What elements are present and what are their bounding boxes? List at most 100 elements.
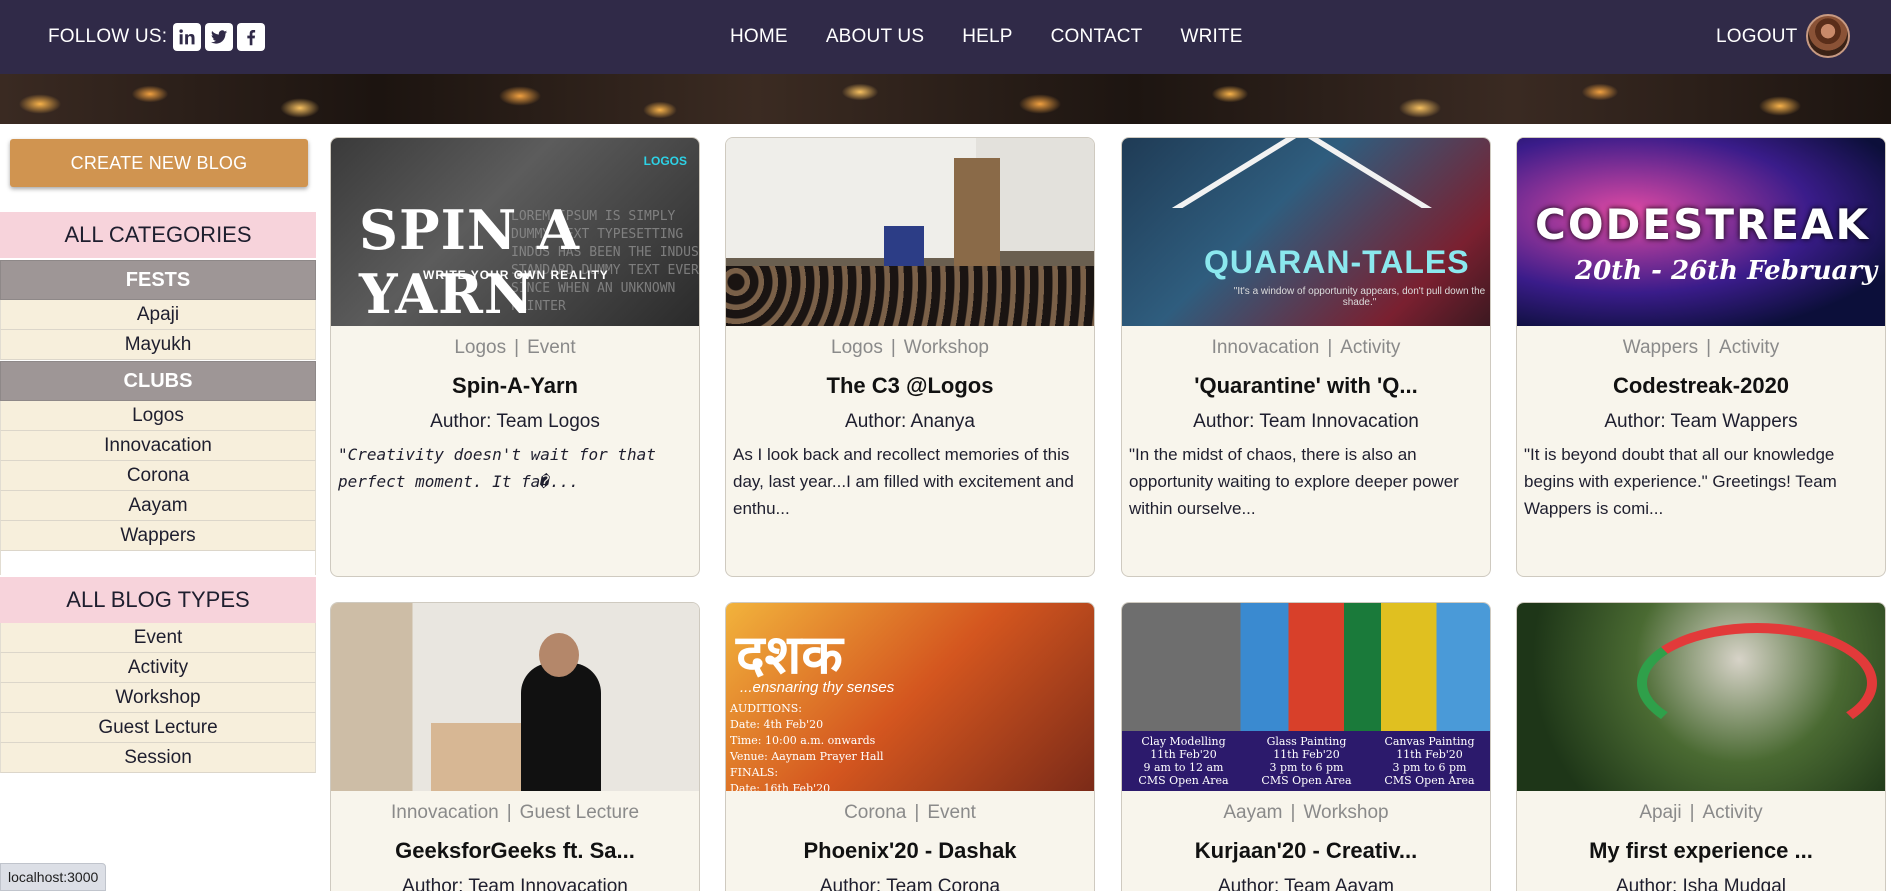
blog-card-excerpt: "In the midst of chaos, there is also an… bbox=[1129, 445, 1459, 518]
follow-us-label: FOLLOW US: bbox=[48, 26, 168, 47]
image-subtitle-text: "It's a window of opportunity appears, d… bbox=[1233, 286, 1486, 308]
blog-card-title[interactable]: The C3 @Logos bbox=[726, 373, 1094, 399]
blog-card-author: Author: Team Logos bbox=[430, 411, 600, 432]
blog-card-meta: Logos | Workshop bbox=[831, 337, 989, 358]
follow-us: FOLLOW US: bbox=[48, 0, 266, 74]
linkedin-icon[interactable] bbox=[173, 23, 202, 51]
sidebar-item-innovacation[interactable]: Innovacation bbox=[0, 431, 316, 461]
sidebar-item-apaji[interactable]: Apaji bbox=[0, 300, 316, 330]
create-new-blog-button[interactable]: CREATE NEW BLOG bbox=[10, 139, 308, 187]
main-nav: HOME ABOUT US HELP CONTACT WRITE bbox=[730, 0, 1281, 74]
blog-card-club[interactable]: Innovacation bbox=[1212, 337, 1320, 358]
image-info-text: AUDITIONS: Date: 4th Feb'20 Time: 10:00 … bbox=[730, 702, 884, 791]
blog-card-type[interactable]: Activity bbox=[1703, 802, 1763, 823]
sidebar-item-guest-lecture[interactable]: Guest Lecture bbox=[0, 713, 316, 743]
twitter-icon[interactable] bbox=[205, 23, 234, 51]
sidebar-item-workshop[interactable]: Workshop bbox=[0, 683, 316, 713]
header-banner-image bbox=[0, 74, 1891, 124]
sidebar-spacer bbox=[0, 551, 316, 575]
blog-card-title[interactable]: GeeksforGeeks ft. Sa... bbox=[331, 838, 699, 864]
blog-card-author: Author: Ananya bbox=[845, 411, 975, 432]
blog-card[interactable]: Logos | Workshop The C3 @Logos Author: Ana… bbox=[725, 137, 1095, 577]
blog-card-author: Author: Team Corona bbox=[819, 876, 1001, 891]
blog-card-image bbox=[726, 138, 1094, 326]
blog-card-image bbox=[331, 603, 699, 791]
sidebar-item-corona[interactable]: Corona bbox=[0, 461, 316, 491]
blog-card-title[interactable]: Phoenix'20 - Dashak bbox=[726, 838, 1094, 864]
blog-card-meta: Aayam | Workshop bbox=[1223, 802, 1389, 823]
fests-heading: FESTS bbox=[0, 260, 316, 300]
blog-card-club[interactable]: Logos bbox=[831, 337, 883, 358]
sidebar-item-session[interactable]: Session bbox=[0, 743, 316, 773]
blog-card-type[interactable]: Activity bbox=[1340, 337, 1400, 358]
facebook-icon[interactable] bbox=[237, 23, 266, 51]
blog-card[interactable]: दशक ...ensnaring thy senses AUDITIONS: D… bbox=[725, 602, 1095, 891]
blog-card-meta: Logos | Event bbox=[454, 337, 576, 358]
image-subtitle-text: ...ensnaring thy senses bbox=[740, 679, 895, 696]
blog-card-image: CODESTREAK 20th - 26th February bbox=[1517, 138, 1885, 326]
blog-card[interactable]: LOREM IPSUM IS SIMPLY DUMMY TEXT TYPESET… bbox=[330, 137, 700, 577]
blog-card-image: Clay Modelling 11th Feb'20 9 am to 12 am… bbox=[1122, 603, 1490, 791]
blog-card-author: Author: Isha Mudgal bbox=[1615, 876, 1787, 891]
nav-contact[interactable]: CONTACT bbox=[1051, 26, 1143, 48]
image-title-text: SPIN A YARN bbox=[359, 198, 580, 326]
blog-card-meta: Corona | Event bbox=[844, 802, 976, 823]
blog-card-author: Author: Team Innovacation bbox=[402, 876, 628, 891]
blog-card-club[interactable]: Aayam bbox=[1223, 802, 1282, 823]
image-title-text: QUARAN-TALES bbox=[1204, 244, 1470, 280]
nav-about-us[interactable]: ABOUT US bbox=[826, 26, 924, 48]
sidebar-item-wappers[interactable]: Wappers bbox=[0, 521, 316, 551]
blog-card-type[interactable]: Event bbox=[927, 802, 976, 823]
blog-card-excerpt: "Creativity doesn't wait for that perfec… bbox=[338, 445, 656, 491]
image-subtitle-text: WRITE YOUR OWN REALITY bbox=[423, 268, 609, 282]
blog-card[interactable]: QUARAN-TALES "It's a window of opportuni… bbox=[1121, 137, 1491, 577]
blog-card-meta: Apaji | Activity bbox=[1639, 802, 1763, 823]
blog-card-excerpt: "It is beyond doubt that all our knowled… bbox=[1524, 445, 1837, 518]
blog-card-image: LOREM IPSUM IS SIMPLY DUMMY TEXT TYPESET… bbox=[331, 138, 699, 326]
blog-card[interactable]: Innovacation | Guest Lecture GeeksforGeeks… bbox=[330, 602, 700, 891]
blog-card-club[interactable]: Corona bbox=[844, 802, 906, 823]
image-col-text: Canvas Painting 11th Feb'20 3 pm to 6 pm… bbox=[1384, 735, 1475, 787]
image-title-text: दशक bbox=[736, 623, 843, 686]
blog-card-title[interactable]: My first experience ... bbox=[1517, 838, 1885, 864]
logout-link[interactable]: LOGOUT bbox=[1716, 0, 1797, 74]
image-col-text: Clay Modelling 11th Feb'20 9 am to 12 am… bbox=[1138, 735, 1229, 787]
blog-card-type[interactable]: Guest Lecture bbox=[520, 802, 639, 823]
blog-card-meta: Innovacation | Guest Lecture bbox=[390, 802, 640, 823]
nav-write[interactable]: WRITE bbox=[1180, 26, 1242, 48]
blog-card-title[interactable]: Kurjaan'20 - Creativ... bbox=[1122, 838, 1490, 864]
sidebar-item-logos[interactable]: Logos bbox=[0, 401, 316, 431]
clubs-heading: CLUBS bbox=[0, 361, 316, 401]
blog-card[interactable]: CODESTREAK 20th - 26th February Wappers |… bbox=[1516, 137, 1886, 577]
blog-card-title[interactable]: 'Quarantine' with 'Q... bbox=[1122, 373, 1490, 399]
nav-help[interactable]: HELP bbox=[962, 26, 1012, 48]
nav-home[interactable]: HOME bbox=[730, 26, 788, 48]
blog-card-meta: Wappers | Activity bbox=[1622, 337, 1780, 358]
blog-card[interactable]: Apaji | Activity My first experience ... A… bbox=[1516, 602, 1886, 891]
blog-card-club[interactable]: Apaji bbox=[1639, 802, 1681, 823]
sidebar-item-activity[interactable]: Activity bbox=[0, 653, 316, 683]
blog-card-type[interactable]: Workshop bbox=[904, 337, 989, 358]
image-logo-text: LOGOS bbox=[643, 154, 687, 168]
all-categories-heading: ALL CATEGORIES bbox=[0, 212, 316, 258]
sidebar-item-aayam[interactable]: Aayam bbox=[0, 491, 316, 521]
blog-card-title[interactable]: Spin-A-Yarn bbox=[331, 373, 699, 399]
blog-card[interactable]: Clay Modelling 11th Feb'20 9 am to 12 am… bbox=[1121, 602, 1491, 891]
image-title-text: CODESTREAK bbox=[1535, 200, 1871, 249]
blog-card-club[interactable]: Wappers bbox=[1623, 337, 1698, 358]
blog-card-image bbox=[1517, 603, 1885, 791]
avatar[interactable] bbox=[1806, 14, 1850, 58]
blog-card-club[interactable]: Logos bbox=[454, 337, 506, 358]
navbar: FOLLOW US: HOME ABOUT US HELP CONTACT WR… bbox=[0, 0, 1891, 74]
blog-card-author: Author: Team Innovacation bbox=[1193, 411, 1419, 432]
sidebar-item-mayukh[interactable]: Mayukh bbox=[0, 330, 316, 360]
blog-card-title[interactable]: Codestreak-2020 bbox=[1517, 373, 1885, 399]
blog-card-type[interactable]: Activity bbox=[1719, 337, 1779, 358]
blog-card-type[interactable]: Event bbox=[527, 337, 576, 358]
status-url: localhost:3000 bbox=[0, 863, 107, 891]
image-col-text: Glass Painting 11th Feb'20 3 pm to 6 pm … bbox=[1261, 735, 1352, 787]
blog-card-type[interactable]: Workshop bbox=[1303, 802, 1388, 823]
blog-card-club[interactable]: Innovacation bbox=[391, 802, 499, 823]
blog-card-meta: Innovacation | Activity bbox=[1211, 337, 1401, 358]
sidebar-item-event[interactable]: Event bbox=[0, 623, 316, 653]
